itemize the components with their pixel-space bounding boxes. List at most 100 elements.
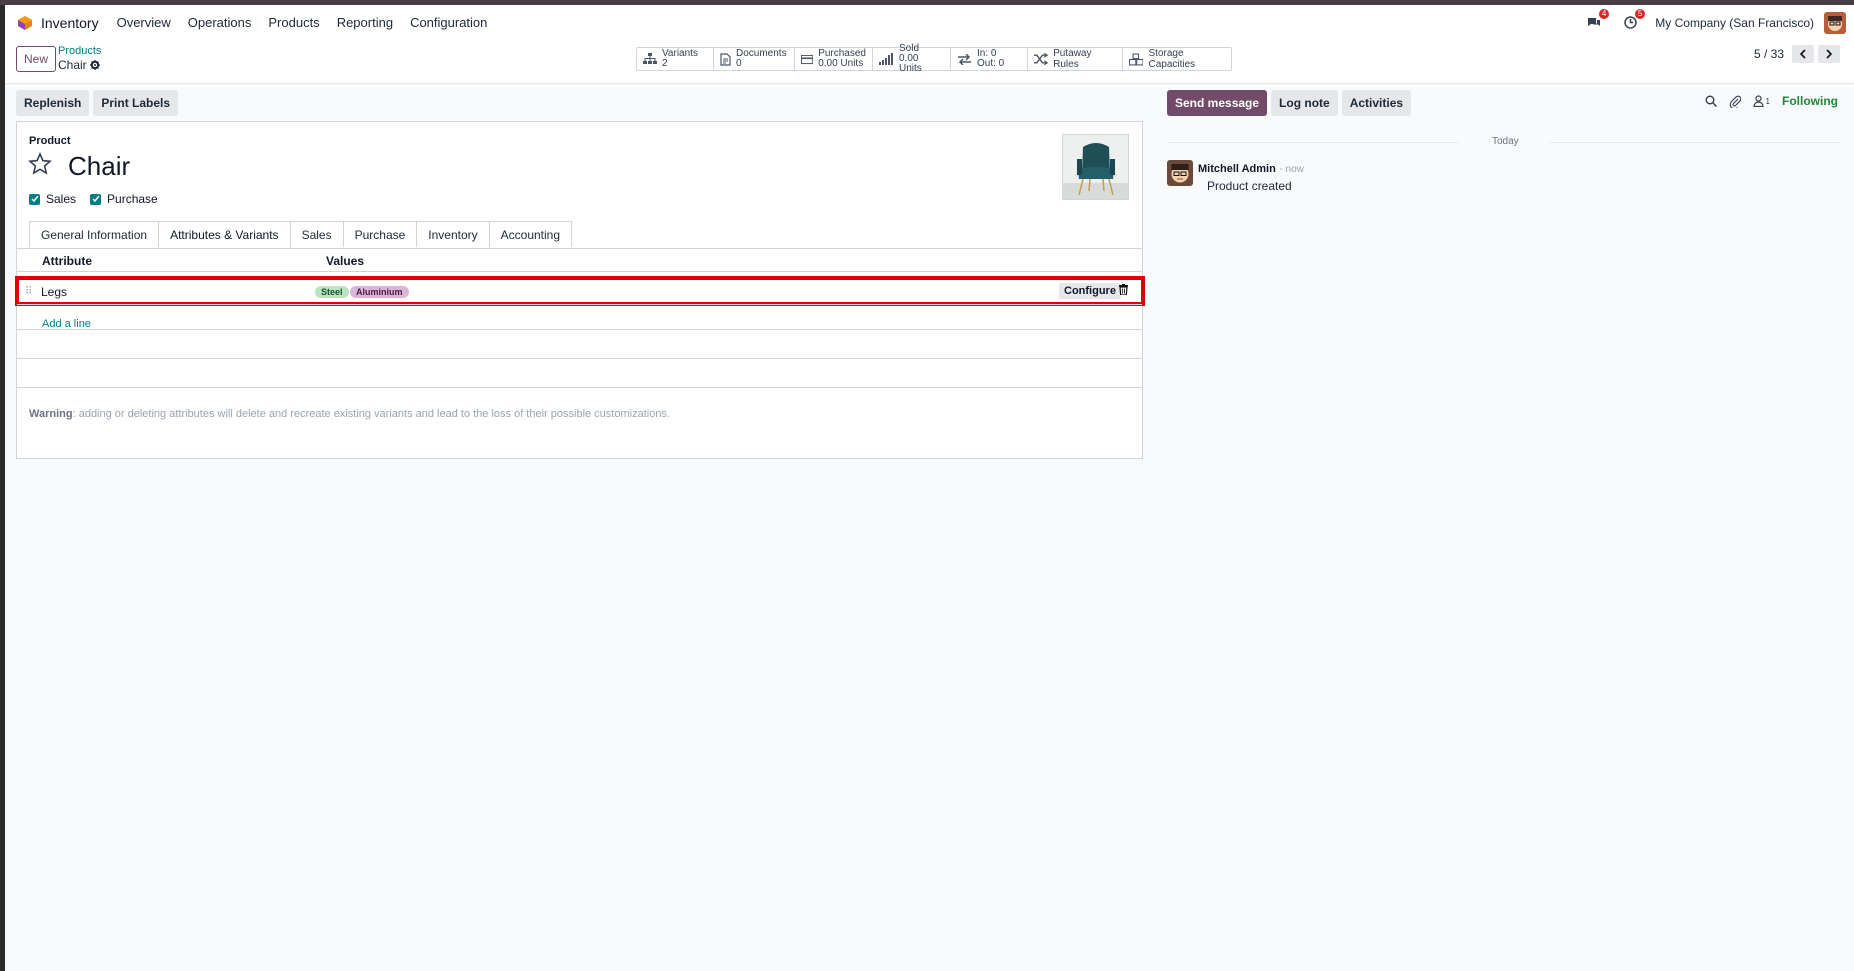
sales-checkbox[interactable] [29,193,40,205]
sitemap-icon [643,53,657,64]
followers-button[interactable]: 1 [1752,95,1770,107]
row-divider [17,358,1142,359]
tab-attributes-variants[interactable]: Attributes & Variants [159,221,291,248]
putaway-rules-smart-button[interactable]: Putaway Rules [1028,48,1123,70]
control-panel: New Products Chair Variants 2 Documents … [5,40,1854,84]
table-row[interactable]: ⠿ Legs Steel Aluminium Configure [15,276,1145,306]
chevron-right-icon [1826,49,1833,59]
drag-handle-icon[interactable]: ⠿ [25,286,32,297]
pager-previous-button[interactable] [1792,45,1814,63]
message-author[interactable]: Mitchell Admin [1198,163,1276,175]
tab-purchase[interactable]: Purchase [343,221,418,247]
out-label: Out: 0 [977,58,1005,69]
purchased-value: 0.00 Units [818,58,864,69]
documents-smart-button[interactable]: Documents 0 [714,48,795,70]
configure-button[interactable]: Configure [1059,283,1121,299]
favorite-star-icon[interactable] [28,152,52,176]
row-divider [17,304,1142,305]
smart-buttons: Variants 2 Documents 0 Purchased 0.00 Un… [636,44,1232,74]
menu-reporting[interactable]: Reporting [337,15,393,30]
documents-label: Documents [736,48,787,59]
menu-overview[interactable]: Overview [117,15,171,30]
storage-capacities-smart-button[interactable]: Storage Capacities [1123,48,1231,70]
document-icon [720,52,731,66]
paperclip-icon[interactable] [1729,95,1741,108]
log-note-button[interactable]: Log note [1271,90,1338,116]
value-tag-aluminium[interactable]: Aluminium [350,286,409,298]
app-name[interactable]: Inventory [41,15,99,31]
chat-icon [1588,18,1601,26]
product-name-field[interactable]: Chair [68,151,130,182]
attributes-table-header: Attribute Values [17,249,1142,272]
following-button[interactable]: Following [1782,94,1838,108]
row-divider [17,387,1142,388]
activities-button[interactable]: 5 [1619,8,1646,33]
inventory-app-icon[interactable] [17,15,33,31]
author-avatar[interactable] [1167,160,1193,186]
replenish-button[interactable]: Replenish [16,90,90,116]
variants-smart-button[interactable]: Variants 2 [637,48,714,70]
in-out-smart-button[interactable]: In: 0 Out: 0 [951,48,1028,70]
breadcrumb-current: Chair [58,58,100,72]
purchase-checkbox[interactable] [90,193,102,205]
breadcrumb-products[interactable]: Products [58,45,101,57]
random-icon [1034,53,1049,65]
form-notebook-tabs: General Information Attributes & Variant… [29,221,573,248]
activities-badge: 5 [1634,8,1646,19]
warning-title: Warning [29,408,73,420]
menu-operations[interactable]: Operations [188,15,252,30]
messaging-button[interactable]: 4 [1583,8,1610,33]
signal-bars-icon [879,53,893,65]
row-divider [17,329,1142,330]
form-action-buttons: Replenish Print Labels [16,90,179,116]
trash-icon[interactable] [1119,284,1128,295]
search-icon[interactable] [1705,95,1717,107]
column-attribute[interactable]: Attribute [42,254,92,268]
product-label: Product [29,135,71,147]
followers-count: 1 [1765,96,1770,106]
product-form-sheet: Product Chair Sales Purchase General Inf… [15,121,1145,459]
separator-line-right [1549,142,1841,143]
send-message-button[interactable]: Send message [1167,90,1268,116]
sales-checkbox-label: Sales [46,192,77,206]
date-separator: Today [1167,135,1841,149]
gear-icon[interactable] [89,60,100,70]
exchange-icon [958,53,971,65]
breadcrumb-current-label: Chair [58,58,87,72]
putaway-rules-label: Putaway Rules [1053,48,1092,70]
menu-configuration[interactable]: Configuration [410,15,487,30]
company-switcher[interactable]: My Company (San Francisco) [1655,16,1814,30]
new-button[interactable]: New [16,46,57,72]
clock-icon [1624,16,1637,29]
value-tag-steel[interactable]: Steel [315,286,349,298]
tab-accounting[interactable]: Accounting [489,221,573,247]
cubes-icon [1129,53,1144,65]
variants-value: 2 [662,58,668,69]
pager-value[interactable]: 5 / 33 [1754,47,1784,61]
documents-value: 0 [736,58,742,69]
sold-value: 0.00 Units [899,53,922,74]
chatter-message: Mitchell Admin - now Product created [1167,160,1304,193]
record-pager: 5 / 33 [1754,40,1840,68]
attribute-name-cell[interactable]: Legs [41,285,67,299]
chatter-tools: 1 Following [1705,94,1838,108]
user-icon [1752,95,1764,107]
tab-inventory[interactable]: Inventory [417,221,490,247]
user-avatar[interactable] [1824,11,1846,34]
print-labels-button[interactable]: Print Labels [93,90,179,116]
menu-products[interactable]: Products [268,15,319,30]
checkmark-icon [92,195,100,203]
separator-line-left [1167,142,1459,143]
messages-badge: 4 [1598,8,1610,19]
activities-button[interactable]: Activities [1341,90,1412,116]
tab-general-information[interactable]: General Information [29,221,160,247]
sold-smart-button[interactable]: Sold 0.00 Units [873,44,951,74]
credit-card-icon [801,54,814,64]
message-body: Product created [1207,179,1292,193]
tab-sales[interactable]: Sales [290,221,344,247]
chevron-left-icon [1799,49,1806,59]
pager-next-button[interactable] [1818,45,1840,63]
purchased-smart-button[interactable]: Purchased 0.00 Units [795,48,873,70]
column-values[interactable]: Values [326,254,364,268]
product-image[interactable] [1062,134,1129,200]
